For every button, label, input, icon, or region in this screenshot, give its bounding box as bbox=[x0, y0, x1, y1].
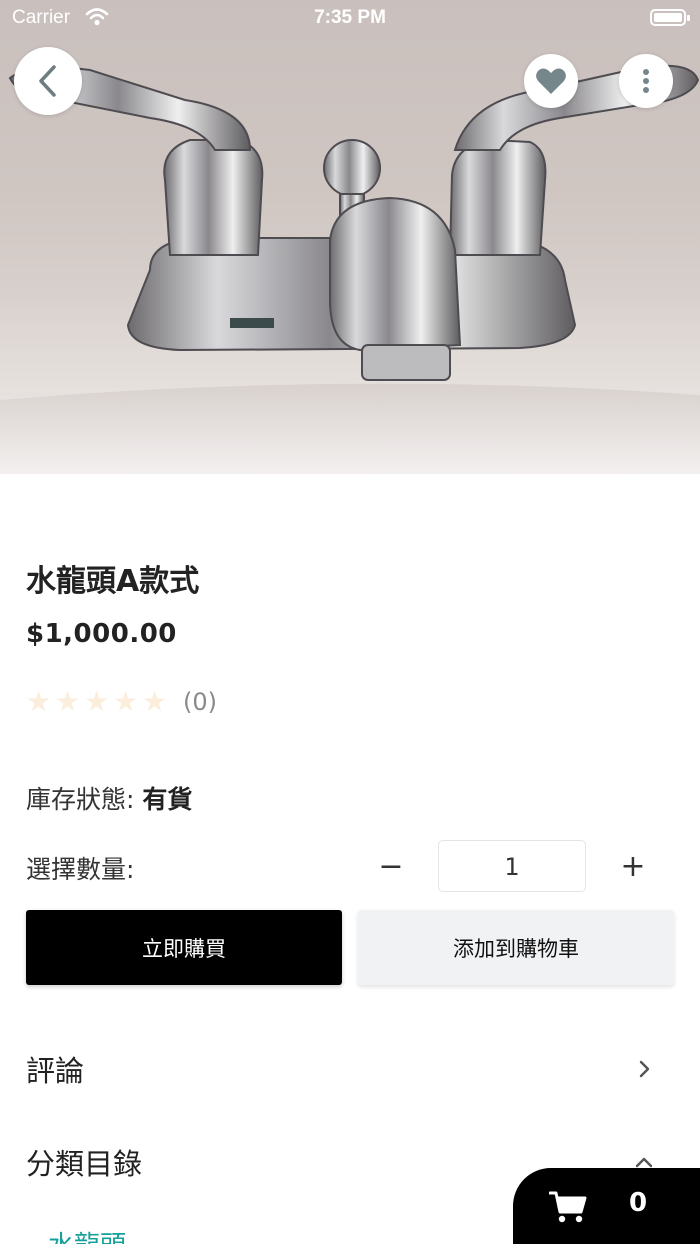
cart-count: 0 bbox=[629, 1188, 648, 1218]
quantity-increment-button[interactable]: + bbox=[612, 848, 654, 888]
category-link[interactable]: 水龍頭 bbox=[48, 1225, 126, 1244]
product-title: 水龍頭A款式 bbox=[26, 564, 200, 599]
battery-icon bbox=[650, 9, 690, 26]
star-icon: ★ bbox=[55, 685, 81, 718]
rating-count: (0) bbox=[183, 688, 217, 716]
star-icon: ★ bbox=[84, 685, 110, 718]
stock-status: 庫存狀態: 有貨 bbox=[26, 780, 192, 816]
rating[interactable]: ★ ★ ★ ★ ★ (0) bbox=[26, 685, 217, 718]
more-options-button[interactable] bbox=[619, 54, 673, 108]
chevron-left-icon bbox=[39, 65, 56, 97]
buy-now-button[interactable]: 立即購買 bbox=[26, 910, 342, 985]
status-bar: Carrier 7:35 PM bbox=[0, 0, 700, 36]
reviews-row[interactable]: 評論 bbox=[26, 1044, 656, 1094]
star-icon: ★ bbox=[113, 685, 139, 718]
favorite-button[interactable] bbox=[524, 54, 578, 108]
chevron-right-icon bbox=[632, 1057, 656, 1081]
reviews-label: 評論 bbox=[26, 1054, 85, 1088]
product-price: $1,000.00 bbox=[26, 619, 177, 649]
quantity-label: 選擇數量: bbox=[26, 855, 135, 884]
stock-label: 庫存狀態: bbox=[26, 785, 135, 814]
product-image bbox=[0, 0, 700, 474]
quantity-decrement-button[interactable]: − bbox=[370, 848, 412, 888]
star-icon: ★ bbox=[26, 685, 52, 718]
add-to-cart-button[interactable]: 添加到購物車 bbox=[358, 910, 674, 985]
star-icon: ★ bbox=[142, 685, 168, 718]
stock-value: 有貨 bbox=[142, 785, 193, 814]
more-vertical-icon bbox=[643, 69, 649, 93]
status-time: 7:35 PM bbox=[314, 7, 386, 28]
quantity-input[interactable]: 1 bbox=[438, 840, 586, 892]
heart-icon bbox=[536, 68, 566, 94]
cart-button[interactable]: 0 bbox=[513, 1168, 700, 1244]
back-button[interactable] bbox=[14, 47, 82, 115]
category-label: 分類目錄 bbox=[26, 1147, 143, 1181]
cart-icon bbox=[549, 1191, 587, 1223]
